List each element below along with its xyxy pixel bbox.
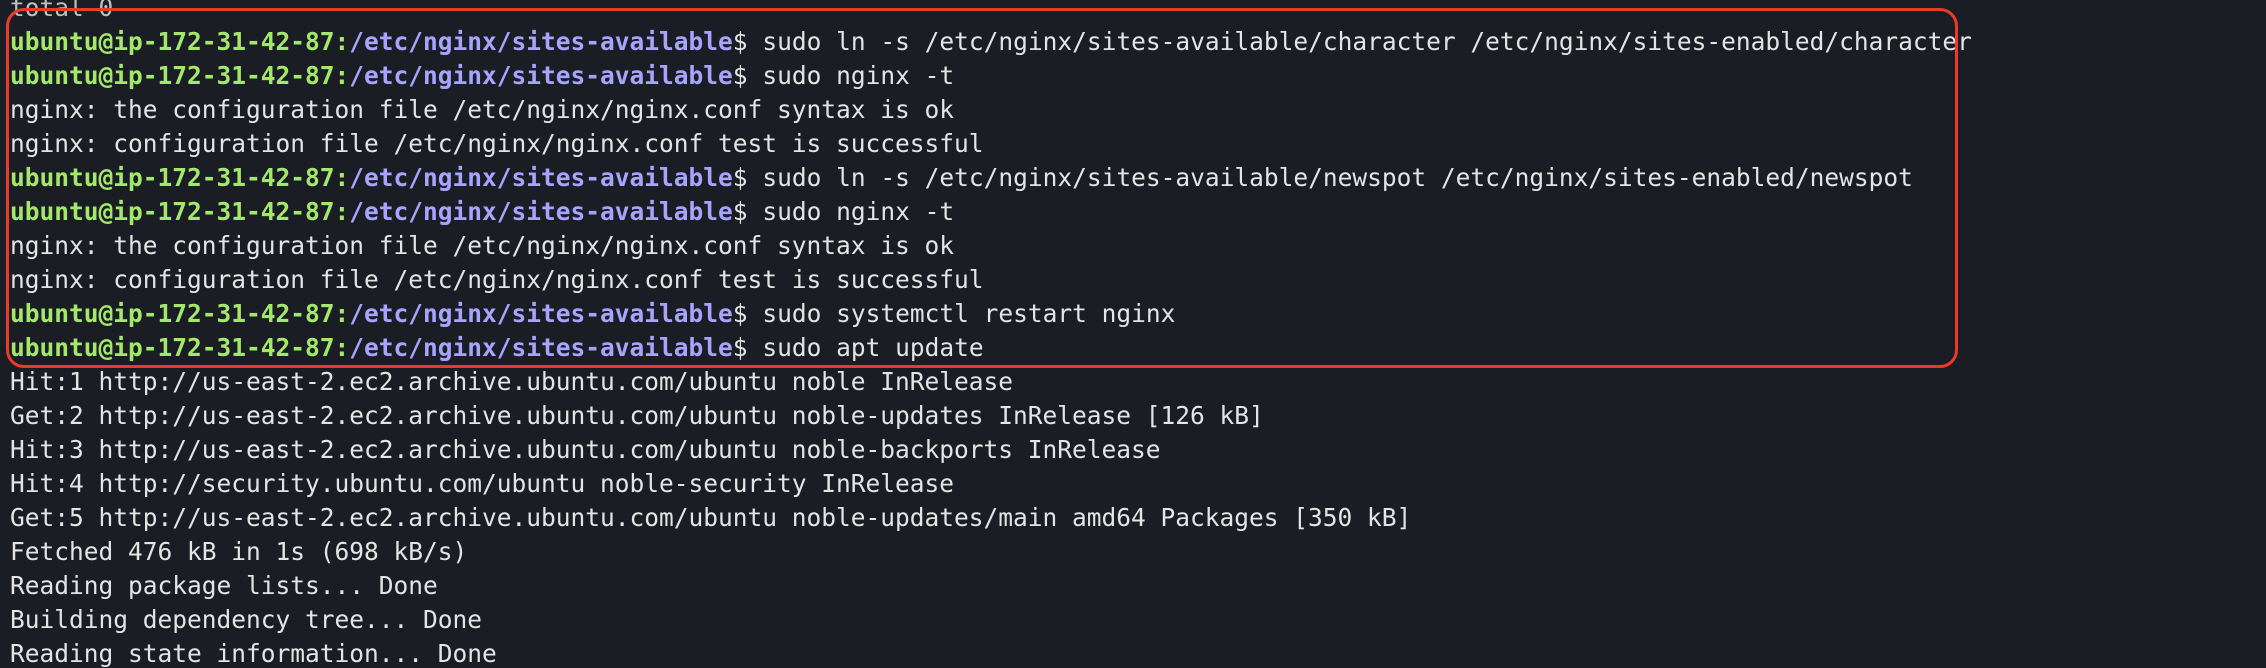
- terminal-window[interactable]: total 0 ubuntu@ip-172-31-42-87:/etc/ngin…: [0, 0, 2266, 668]
- prompt-separator: :: [334, 333, 350, 362]
- command-text: sudo systemctl restart nginx: [747, 299, 1176, 328]
- command-text: sudo ln -s /etc/nginx/sites-available/ne…: [747, 163, 1913, 192]
- terminal-output: total 0 ubuntu@ip-172-31-42-87:/etc/ngin…: [10, 0, 1972, 668]
- output-line: Hit:4 http://security.ubuntu.com/ubuntu …: [10, 469, 955, 498]
- prompt-symbol: $: [732, 61, 748, 90]
- prompt-user-host: ubuntu@ip-172-31-42-87: [10, 333, 335, 362]
- prompt-user-host: ubuntu@ip-172-31-42-87: [10, 27, 335, 56]
- prompt-separator: :: [334, 163, 350, 192]
- output-line: Fetched 476 kB in 1s (698 kB/s): [10, 537, 468, 566]
- command-text: sudo nginx -t: [747, 197, 955, 226]
- output-line: nginx: the configuration file /etc/nginx…: [10, 95, 955, 124]
- prompt-line: ubuntu@ip-172-31-42-87:/etc/nginx/sites-…: [10, 195, 1972, 229]
- output-line: nginx: the configuration file /etc/nginx…: [10, 231, 955, 260]
- prompt-path: /etc/nginx/sites-available: [349, 61, 733, 90]
- prompt-symbol: $: [732, 333, 748, 362]
- prompt-path: /etc/nginx/sites-available: [349, 197, 733, 226]
- prompt-user-host: ubuntu@ip-172-31-42-87: [10, 163, 335, 192]
- output-line: Building dependency tree... Done: [10, 605, 483, 634]
- prompt-symbol: $: [732, 163, 748, 192]
- output-line: Hit:1 http://us-east-2.ec2.archive.ubunt…: [10, 367, 1014, 396]
- prompt-line: ubuntu@ip-172-31-42-87:/etc/nginx/sites-…: [10, 25, 1972, 59]
- prompt-user-host: ubuntu@ip-172-31-42-87: [10, 299, 335, 328]
- partial-line: total 0: [10, 0, 114, 22]
- prompt-separator: :: [334, 197, 350, 226]
- output-line: nginx: configuration file /etc/nginx/ngi…: [10, 265, 984, 294]
- output-line: Get:2 http://us-east-2.ec2.archive.ubunt…: [10, 401, 1264, 430]
- command-text: sudo apt update: [747, 333, 984, 362]
- output-line: Reading state information... Done: [10, 639, 497, 668]
- prompt-user-host: ubuntu@ip-172-31-42-87: [10, 197, 335, 226]
- prompt-user-host: ubuntu@ip-172-31-42-87: [10, 61, 335, 90]
- command-text: sudo ln -s /etc/nginx/sites-available/ch…: [747, 27, 1972, 56]
- prompt-line: ubuntu@ip-172-31-42-87:/etc/nginx/sites-…: [10, 297, 1972, 331]
- prompt-separator: :: [334, 27, 350, 56]
- prompt-line: ubuntu@ip-172-31-42-87:/etc/nginx/sites-…: [10, 331, 1972, 365]
- prompt-path: /etc/nginx/sites-available: [349, 27, 733, 56]
- prompt-separator: :: [334, 61, 350, 90]
- output-line: Get:5 http://us-east-2.ec2.archive.ubunt…: [10, 503, 1412, 532]
- output-line: Hit:3 http://us-east-2.ec2.archive.ubunt…: [10, 435, 1161, 464]
- prompt-symbol: $: [732, 299, 748, 328]
- prompt-separator: :: [334, 299, 350, 328]
- prompt-line: ubuntu@ip-172-31-42-87:/etc/nginx/sites-…: [10, 59, 1972, 93]
- output-line: Reading package lists... Done: [10, 571, 438, 600]
- output-line: nginx: configuration file /etc/nginx/ngi…: [10, 129, 984, 158]
- command-text: sudo nginx -t: [747, 61, 955, 90]
- prompt-path: /etc/nginx/sites-available: [349, 333, 733, 362]
- prompt-symbol: $: [732, 27, 748, 56]
- prompt-path: /etc/nginx/sites-available: [349, 163, 733, 192]
- prompt-line: ubuntu@ip-172-31-42-87:/etc/nginx/sites-…: [10, 161, 1972, 195]
- prompt-symbol: $: [732, 197, 748, 226]
- prompt-path: /etc/nginx/sites-available: [349, 299, 733, 328]
